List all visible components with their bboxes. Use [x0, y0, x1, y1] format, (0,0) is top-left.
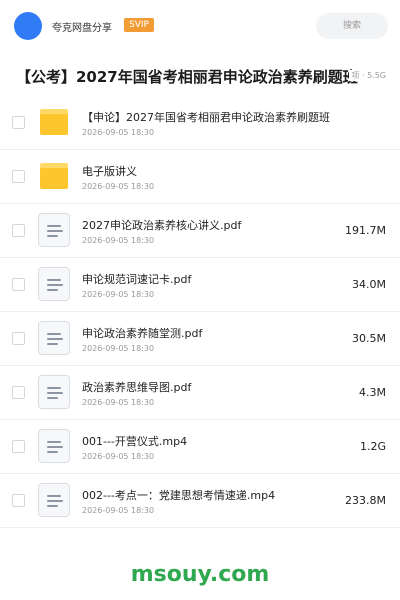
avatar[interactable]: [14, 12, 42, 40]
file-date: 2026-09-05 18:30: [82, 182, 155, 191]
document-icon: [38, 375, 70, 409]
list-item[interactable]: 001---开营仪式.mp4 2026-09-05 18:30 1.2G: [0, 420, 400, 474]
file-size: 30.5M: [352, 332, 386, 345]
list-item[interactable]: 政治素养思维导图.pdf 2026-09-05 18:30 4.3M: [0, 366, 400, 420]
list-item[interactable]: 申论政治素养随堂测.pdf 2026-09-05 18:30 30.5M: [0, 312, 400, 366]
folder-title-row: 【公考】2027年国省考相丽君申论政治素养刷题班 项 · 5.5G: [0, 60, 400, 92]
select-checkbox[interactable]: [12, 170, 25, 183]
folder-icon: [40, 163, 68, 189]
folder-meta: 项 · 5.5G: [349, 70, 386, 81]
file-name: 001---开营仪式.mp4: [82, 435, 188, 448]
document-icon: [38, 321, 70, 355]
file-name: 申论规范词速记卡.pdf: [82, 273, 192, 286]
select-checkbox[interactable]: [12, 440, 25, 453]
file-date: 2026-09-05 18:30: [82, 398, 155, 407]
select-checkbox[interactable]: [12, 386, 25, 399]
file-size: 4.3M: [359, 386, 386, 399]
list-item[interactable]: 电子版讲义 2026-09-05 18:30: [0, 150, 400, 204]
select-checkbox[interactable]: [12, 224, 25, 237]
list-item[interactable]: 【申论】2027年国省考相丽君申论政治素养刷题班 2026-09-05 18:3…: [0, 96, 400, 150]
file-name: 政治素养思维导图.pdf: [82, 381, 192, 394]
file-size: 233.8M: [345, 494, 386, 507]
file-name: 002---考点一：党建思想考情速递.mp4: [82, 489, 276, 502]
search-input[interactable]: 搜索: [316, 13, 388, 39]
file-date: 2026-09-05 18:30: [82, 506, 155, 515]
folder-icon: [40, 109, 68, 135]
list-item[interactable]: 申论规范词速记卡.pdf 2026-09-05 18:30 34.0M: [0, 258, 400, 312]
document-icon: [38, 429, 70, 463]
select-checkbox[interactable]: [12, 278, 25, 291]
file-date: 2026-09-05 18:30: [82, 344, 155, 353]
watermark: msouy.com: [130, 562, 270, 587]
file-date: 2026-09-05 18:30: [82, 236, 155, 245]
file-name: 电子版讲义: [82, 165, 137, 178]
file-size: 34.0M: [352, 278, 386, 291]
file-size: 191.7M: [345, 224, 386, 237]
file-date: 2026-09-05 18:30: [82, 290, 155, 299]
header-bar: 夸克网盘分享 SVIP 搜索: [0, 0, 400, 52]
page-title: 【公考】2027年国省考相丽君申论政治素养刷题班: [16, 68, 358, 86]
file-list: 【申论】2027年国省考相丽君申论政治素养刷题班 2026-09-05 18:3…: [0, 96, 400, 528]
document-icon: [38, 483, 70, 517]
select-checkbox[interactable]: [12, 116, 25, 129]
file-size: 1.2G: [359, 440, 386, 453]
document-icon: [38, 267, 70, 301]
file-name: 申论政治素养随堂测.pdf: [82, 327, 203, 340]
svip-badge: SVIP: [124, 18, 154, 32]
list-item[interactable]: 2027申论政治素养核心讲义.pdf 2026-09-05 18:30 191.…: [0, 204, 400, 258]
share-name: 夸克网盘分享: [52, 23, 112, 34]
document-icon: [38, 213, 70, 247]
file-name: 【申论】2027年国省考相丽君申论政治素养刷题班: [82, 111, 330, 124]
select-checkbox[interactable]: [12, 332, 25, 345]
file-date: 2026-09-05 18:30: [82, 128, 155, 137]
file-name: 2027申论政治素养核心讲义.pdf: [82, 219, 242, 232]
list-item[interactable]: 002---考点一：党建思想考情速递.mp4 2026-09-05 18:30 …: [0, 474, 400, 528]
file-date: 2026-09-05 18:30: [82, 452, 155, 461]
select-checkbox[interactable]: [12, 494, 25, 507]
